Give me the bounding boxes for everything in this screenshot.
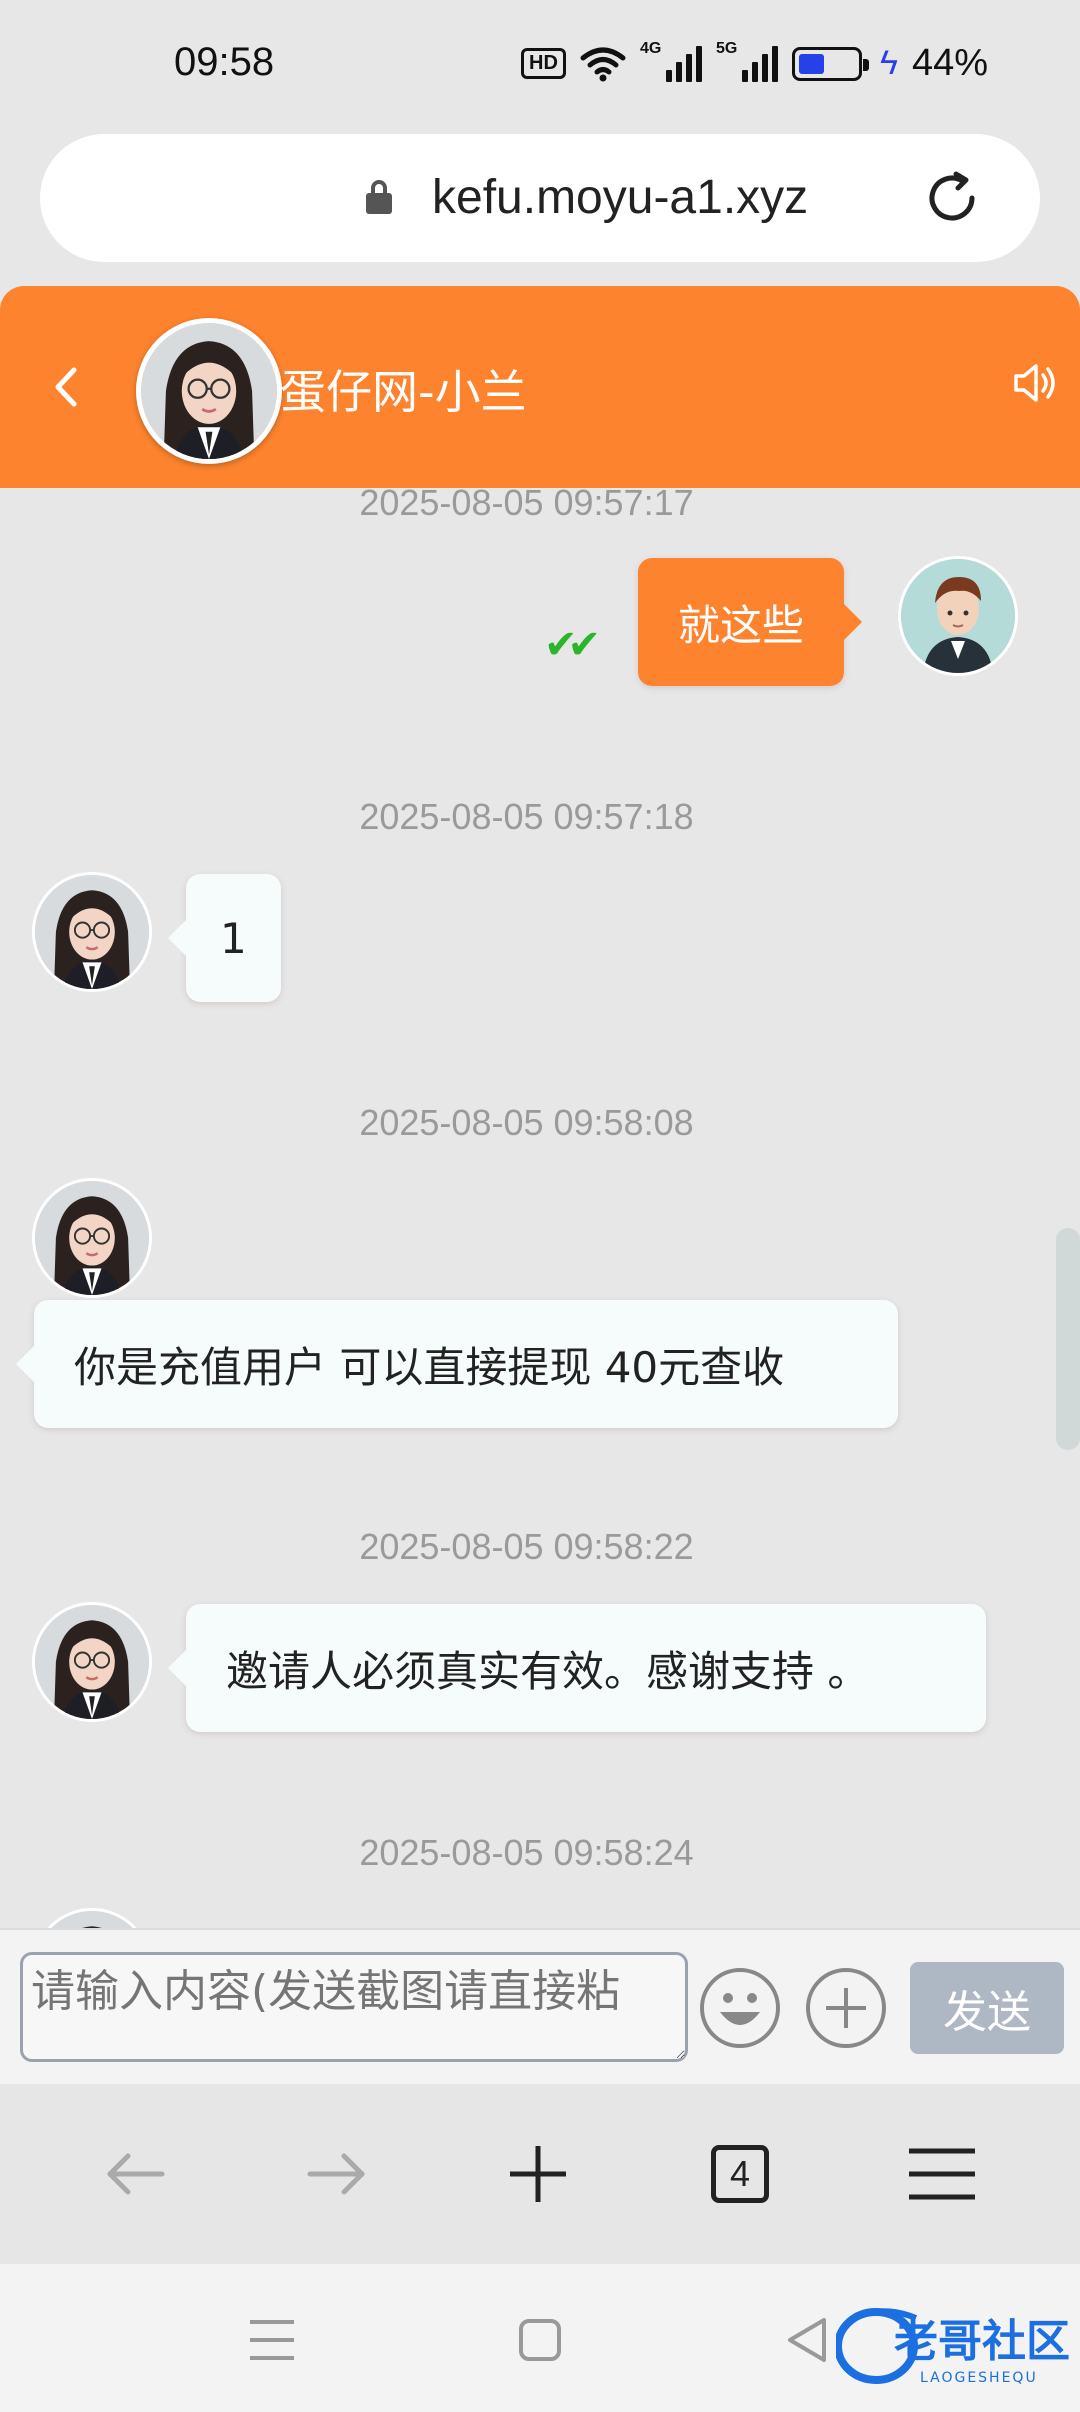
recents-icon[interactable] [244,2312,300,2368]
message-bubble-agent[interactable]: 1 [168,874,281,1002]
menu-icon [909,2148,975,2200]
arrow-left-icon [107,2153,165,2195]
battery-icon [791,46,869,81]
back-nav-icon[interactable] [780,2312,836,2368]
chat-title: 蛋仔网-小兰 [280,365,527,419]
back-icon[interactable] [40,352,90,422]
agent-avatar-small[interactable] [32,872,152,992]
browser-menu-button[interactable] [902,2134,982,2214]
plus-icon [510,2146,566,2202]
status-time: 09:58 [174,40,275,84]
browser-forward-button[interactable] [296,2134,376,2214]
hd-voice-icon: HD [521,48,566,79]
speaker-icon[interactable] [1010,358,1060,408]
message-composer: 发送 [0,1928,1080,2084]
agent-avatar-small[interactable] [32,1178,152,1298]
scrollbar-thumb[interactable] [1056,1228,1080,1450]
message-list[interactable]: 2025-08-05 09:57:17 ✔✔ 就这些 2025-08-05 09… [0,488,1080,1928]
svg-text:老哥社区: 老哥社区 [894,2316,1070,2367]
lock-icon [366,180,392,214]
message-timestamp: 2025-08-05 09:58:22 [359,1526,694,1567]
battery-percent: 44% [911,42,988,84]
user-avatar[interactable] [898,556,1018,676]
add-attachment-icon[interactable] [804,1966,888,2050]
agent-avatar[interactable] [136,318,282,464]
read-receipt-icon: ✔✔ [544,622,601,668]
system-nav-bar: 老哥社区 LAOGESHEQU [0,2264,1080,2412]
emoji-icon[interactable] [698,1966,782,2050]
message-bubble-agent[interactable]: 你是充值用户 可以直接提现 40元查收 [16,1300,898,1428]
svg-text:LAOGESHEQU: LAOGESHEQU [920,2370,1038,2386]
message-timestamp: 2025-08-05 09:57:17 [359,488,694,523]
message-bubble-me[interactable]: 就这些 [638,558,863,686]
battery-level [798,53,824,74]
agent-avatar-small[interactable] [32,1602,152,1722]
message-timestamp: 2025-08-05 09:58:08 [359,1102,694,1143]
home-icon[interactable] [512,2312,568,2368]
agent-avatar-small[interactable] [32,1908,152,1928]
status-icons: HD 4G 5G ϟ 44% [521,40,988,85]
browser-back-button[interactable] [96,2134,176,2214]
charging-icon: ϟ [879,44,898,82]
arrow-right-icon [307,2153,365,2195]
message-timestamp: 2025-08-05 09:57:18 [359,796,694,837]
tabs-button[interactable]: 4 [700,2134,780,2214]
reload-icon[interactable] [920,166,984,230]
message-input[interactable] [20,1952,688,2062]
signal-5g-icon: 5G [716,40,778,82]
tab-count: 4 [711,2145,769,2203]
chat-header: 蛋仔网-小兰 [0,286,1080,488]
status-bar: 09:58 HD 4G 5G ϟ 44% [0,0,1080,130]
wifi-icon [580,47,626,81]
address-bar[interactable]: kefu.moyu-a1.xyz [40,134,1040,262]
watermark-logo: 老哥社区 LAOGESHEQU [834,2294,1072,2394]
message-timestamp: 2025-08-05 09:58:24 [359,1832,694,1873]
url-text[interactable]: kefu.moyu-a1.xyz [432,170,808,225]
browser-toolbar: 4 [0,2084,1080,2264]
send-button[interactable]: 发送 [910,1962,1064,2054]
message-bubble-agent[interactable]: 邀请人必须真实有效。感谢支持 。 [168,1604,986,1732]
new-tab-button[interactable] [498,2134,578,2214]
signal-4g-icon: 4G [640,40,702,82]
